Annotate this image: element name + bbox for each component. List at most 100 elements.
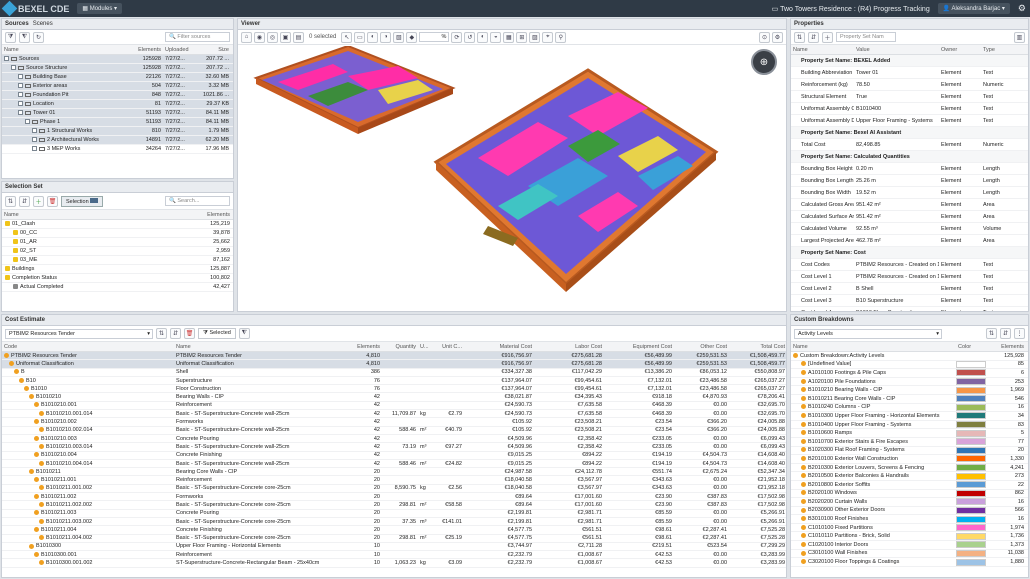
color-swatch[interactable] bbox=[956, 360, 986, 368]
source-tree-row[interactable]: 3 MEP Works 34264 7/27/2... 17.96 MB bbox=[2, 145, 233, 154]
col-header[interactable]: Material Cost bbox=[464, 344, 534, 350]
cost-row[interactable]: B1010300 Upper Floor Framing - Horizontal… bbox=[2, 543, 786, 552]
cost-row[interactable]: B1010211 Bearing Core Walls - CIP 20 €24,98… bbox=[2, 468, 786, 477]
source-tree-row[interactable]: 1 Structural Works 810 7/27/2... 1.79 MB bbox=[2, 127, 233, 136]
target-icon[interactable]: ⊙ bbox=[759, 31, 770, 43]
tab-scenes[interactable]: Scenes bbox=[33, 21, 53, 27]
col-header[interactable]: Equipment Cost bbox=[604, 344, 674, 350]
bd-sort-desc-icon[interactable]: ⇵ bbox=[1000, 328, 1011, 339]
property-row[interactable]: Structural Element True Element Text bbox=[791, 91, 1028, 103]
tab-selection-set[interactable]: Selection Set bbox=[5, 184, 43, 190]
cost-row[interactable]: B1010210.002 Formworks 42 €105.92 €23,508.21… bbox=[2, 418, 786, 427]
color-icon[interactable]: ◆ bbox=[406, 31, 418, 43]
hide-icon[interactable]: ◐ bbox=[367, 31, 379, 43]
cost-row[interactable]: B1010210.003 Concrete Pouring 42 €4,509.96 €… bbox=[2, 435, 786, 444]
prop-columns-icon[interactable]: ▥ bbox=[1014, 31, 1025, 43]
color-swatch[interactable] bbox=[956, 438, 986, 446]
modules-button[interactable]: ▦ Modules ▾ bbox=[77, 3, 123, 14]
source-tree-row[interactable]: Source Structure 125928 7/27/2... 207.72 ..… bbox=[2, 64, 233, 73]
cost-sort-icon[interactable]: ⇅ bbox=[156, 328, 167, 339]
selection-set-row[interactable]: 03_ME 87,162 bbox=[2, 256, 233, 265]
color-swatch[interactable] bbox=[956, 395, 986, 403]
breakdown-row[interactable]: C1010110 Partitions - Brick, Solid 1,736 bbox=[791, 532, 1028, 542]
selection-set-row[interactable]: 00_CC 39,878 bbox=[2, 229, 233, 238]
col-header[interactable]: Labor Cost bbox=[534, 344, 604, 350]
property-row[interactable]: Uniformat Assembly CodeB1010400 Element Te… bbox=[791, 103, 1028, 115]
breakdown-row[interactable]: B1010210 Bearing Walls - CIP 1,969 bbox=[791, 386, 1028, 395]
property-row[interactable]: Calculated Volume 92.55 m³ Element Volume bbox=[791, 223, 1028, 235]
breakdown-row[interactable]: Custom Breakdown:Activity Levels 125,928 bbox=[791, 352, 1028, 361]
cost-row[interactable]: B1010211.004.002 Basic - ST-Superstructur… bbox=[2, 535, 786, 543]
source-tree-row[interactable]: Foundation Pit 848 7/27/2... 1021.86 ... bbox=[2, 91, 233, 100]
tab-properties[interactable]: Properties bbox=[794, 21, 824, 27]
col-header[interactable]: Elements bbox=[127, 47, 163, 53]
breakdown-row[interactable]: C3020100 Floor Toppings & Coatings 1,880 bbox=[791, 558, 1028, 567]
filter-sources-input[interactable]: 🔍 Filter sources bbox=[165, 32, 230, 42]
color-swatch[interactable] bbox=[956, 472, 986, 480]
property-set-filter-input[interactable]: Property Set Nam bbox=[836, 32, 896, 42]
cost-row[interactable]: B1010210 Bearing Walls - CIP 42 €38,021.87 €… bbox=[2, 393, 786, 402]
cost-row[interactable]: B1010210.004.014 Basic - ST-Superstructur… bbox=[2, 460, 786, 469]
box-icon[interactable]: ▣ bbox=[280, 31, 291, 43]
tab-viewer[interactable]: Viewer bbox=[241, 21, 260, 27]
cost-row[interactable]: B1010210.002.014 Basic - ST-Superstructur… bbox=[2, 427, 786, 435]
cost-delete-icon[interactable]: 🗑 bbox=[184, 328, 195, 339]
breakdown-row[interactable]: B1010400 Upper Floor Framing - Systems 83 bbox=[791, 421, 1028, 430]
col-header[interactable]: Value bbox=[854, 47, 939, 53]
color-swatch[interactable] bbox=[956, 558, 986, 566]
property-row[interactable]: Uniformat Assembly DescriUpper Floor Fra… bbox=[791, 115, 1028, 127]
color-swatch[interactable] bbox=[956, 378, 986, 386]
breakdown-row[interactable]: B2010100 Exterior Wall Construction 1,330 bbox=[791, 455, 1028, 464]
select-cursor-icon[interactable]: ↖ bbox=[341, 31, 353, 43]
color-swatch[interactable] bbox=[956, 515, 986, 523]
breakdown-row[interactable]: C1020100 Interior Doors 1,373 bbox=[791, 541, 1028, 550]
cost-row[interactable]: PTBIM2 Resources Tender PTBIM2 Resources … bbox=[2, 352, 786, 361]
sort-icon[interactable]: ⇅ bbox=[5, 195, 16, 207]
source-tree-row[interactable]: Location 81 7/27/2... 29.37 KB bbox=[2, 100, 233, 109]
source-tree-row[interactable]: 2 Architectural Works 14891 7/27/2... 62.20… bbox=[2, 136, 233, 145]
layers-icon[interactable]: ▤ bbox=[293, 31, 304, 43]
col-header[interactable]: Uploaded bbox=[163, 47, 195, 53]
color-swatch[interactable] bbox=[956, 421, 986, 429]
col-header[interactable]: Owner bbox=[939, 47, 981, 53]
property-set-header[interactable]: Property Set Name: Bexel AI Assistant bbox=[791, 127, 1028, 139]
bd-more-icon[interactable]: ⋮ bbox=[1014, 328, 1025, 339]
clear-filter-icon[interactable]: ⧨ bbox=[19, 31, 30, 43]
measure-icon[interactable]: ⚲ bbox=[555, 31, 567, 43]
color-swatch[interactable] bbox=[956, 489, 986, 497]
prop-sort-desc-icon[interactable]: ⇵ bbox=[808, 31, 819, 43]
cost-row[interactable]: B1010 Floor Construction 76 €137,964.07 €99,… bbox=[2, 385, 786, 394]
checkbox[interactable] bbox=[18, 101, 23, 107]
breakdown-row[interactable]: B2010500 Exterior Balconies & Handrails 2… bbox=[791, 472, 1028, 481]
undo-icon[interactable]: ↺ bbox=[464, 31, 476, 43]
cost-row[interactable]: B1010210.001.014 Basic - ST-Superstructur… bbox=[2, 410, 786, 419]
breakdown-row[interactable]: A1020100 Pile Foundations 253 bbox=[791, 378, 1028, 387]
selection-set-row[interactable]: 01_Clash 125,219 bbox=[2, 220, 233, 229]
checkbox[interactable] bbox=[18, 110, 23, 116]
selected-filter-button[interactable]: ⧩ Selected bbox=[198, 328, 236, 339]
transparency-input[interactable]: % bbox=[419, 32, 450, 42]
color-swatch[interactable] bbox=[956, 403, 986, 411]
selection-set-row[interactable]: 01_AR 25,662 bbox=[2, 238, 233, 247]
checkbox[interactable] bbox=[18, 92, 23, 98]
selection-button[interactable]: Selection bbox=[61, 195, 104, 207]
color-swatch[interactable] bbox=[956, 446, 986, 454]
breakdown-row[interactable]: B1010700 Exterior Stairs & Fire Escapes 7… bbox=[791, 438, 1028, 447]
rotate-icon[interactable]: ⟳ bbox=[451, 31, 463, 43]
home-icon[interactable]: ⌂ bbox=[241, 31, 252, 43]
add-icon[interactable]: ＋ bbox=[33, 195, 44, 207]
cost-row[interactable]: B1010210.003.014 Basic - ST-Superstructur… bbox=[2, 443, 786, 452]
app-logo[interactable]: BEXEL CDE bbox=[1, 0, 69, 17]
tab-sources[interactable]: Sources bbox=[5, 21, 29, 27]
cost-model-dropdown[interactable]: PTBIM2 Resources Tender ▾ bbox=[5, 328, 153, 339]
property-row[interactable]: Total Cost 82,498.85 Element Numeric bbox=[791, 139, 1028, 151]
property-set-header[interactable]: Property Set Name: BEXEL Added bbox=[791, 55, 1028, 67]
isolate-icon[interactable]: ◑ bbox=[380, 31, 392, 43]
breakdown-row[interactable]: B2030900 Other Exterior Doors 566 bbox=[791, 506, 1028, 516]
photo-icon[interactable]: ▨ bbox=[529, 31, 541, 43]
selection-set-row[interactable]: 02_ST 2,959 bbox=[2, 247, 233, 256]
col-header[interactable]: Color bbox=[956, 344, 986, 350]
checkbox[interactable] bbox=[25, 119, 30, 125]
source-tree-row[interactable]: Tower 01 51193 7/27/2... 84.11 MB bbox=[2, 109, 233, 118]
checkbox[interactable] bbox=[32, 146, 37, 152]
